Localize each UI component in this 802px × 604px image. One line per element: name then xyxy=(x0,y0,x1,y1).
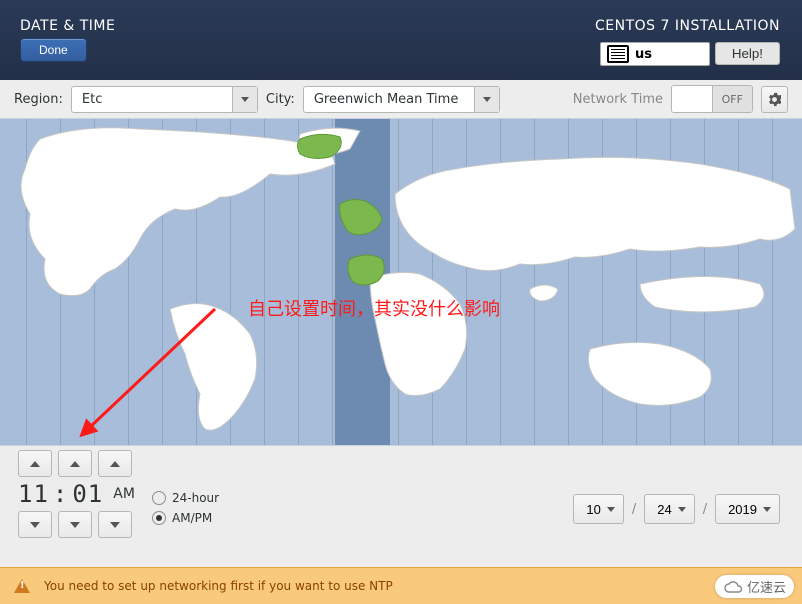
year-combo[interactable]: 2019 xyxy=(715,494,780,524)
chevron-down-icon xyxy=(232,87,257,112)
region-value: Etc xyxy=(72,87,232,112)
ntp-settings-button[interactable] xyxy=(761,86,788,113)
minutes-value: 01 xyxy=(72,480,103,508)
page-title: DATE & TIME xyxy=(20,18,115,34)
switch-knob xyxy=(672,86,713,112)
timezone-map[interactable]: 自己设置时间，其实没什么影响 xyxy=(0,118,802,446)
region-combo[interactable]: Etc xyxy=(71,86,258,113)
chevron-down-icon xyxy=(70,522,80,528)
done-button[interactable]: Done xyxy=(20,38,87,62)
time-format-radios: 24-hour AM/PM xyxy=(152,488,219,528)
chevron-up-icon xyxy=(30,461,40,467)
radio-icon xyxy=(152,491,166,505)
minutes-up-button[interactable] xyxy=(58,450,92,477)
selected-region-highlight xyxy=(0,119,802,445)
day-value: 10 xyxy=(586,502,600,517)
keyboard-layout-label: us xyxy=(635,47,652,62)
ampm-up-button[interactable] xyxy=(98,450,132,477)
radio-icon-checked xyxy=(152,511,166,525)
region-label: Region: xyxy=(14,92,63,107)
installer-title: CENTOS 7 INSTALLATION xyxy=(595,18,780,34)
time-colon: : xyxy=(53,480,68,508)
radio-ampm[interactable]: AM/PM xyxy=(152,508,219,528)
chevron-down-icon xyxy=(607,507,615,512)
date-separator: / xyxy=(632,502,636,517)
header-bar: DATE & TIME CENTOS 7 INSTALLATION Done u… xyxy=(0,0,802,80)
bottom-panel: 11 : 01 AM 24-hour AM/PM 10 xyxy=(0,450,802,568)
hours-down-button[interactable] xyxy=(18,511,52,538)
radio-24hour-label: 24-hour xyxy=(172,491,219,505)
chevron-down-icon xyxy=(30,522,40,528)
chevron-up-icon xyxy=(110,461,120,467)
chevron-down-icon xyxy=(474,87,499,112)
date-separator: / xyxy=(703,502,707,517)
city-combo[interactable]: Greenwich Mean Time xyxy=(303,86,500,113)
chevron-up-icon xyxy=(70,461,80,467)
warning-icon xyxy=(14,579,30,593)
warning-bar: You need to set up networking first if y… xyxy=(0,567,802,604)
hours-up-button[interactable] xyxy=(18,450,52,477)
keyboard-indicator[interactable]: us xyxy=(600,42,710,66)
network-time-switch[interactable]: OFF xyxy=(671,85,753,113)
watermark-text: 亿速云 xyxy=(747,577,786,596)
switch-off-label: OFF xyxy=(713,86,753,112)
radio-24hour[interactable]: 24-hour xyxy=(152,488,219,508)
city-value: Greenwich Mean Time xyxy=(304,87,474,112)
chevron-down-icon xyxy=(110,522,120,528)
annotation-text: 自己设置时间，其实没什么影响 xyxy=(248,295,500,321)
radio-ampm-label: AM/PM xyxy=(172,511,212,525)
minutes-down-button[interactable] xyxy=(58,511,92,538)
day-combo[interactable]: 10 xyxy=(573,494,623,524)
date-time-spoke: DATE & TIME CENTOS 7 INSTALLATION Done u… xyxy=(0,0,802,604)
chevron-down-icon xyxy=(678,507,686,512)
cloud-icon xyxy=(723,580,743,594)
city-label: City: xyxy=(266,92,295,107)
month-value: 24 xyxy=(657,502,671,517)
keyboard-icon xyxy=(607,45,629,63)
gear-icon xyxy=(768,92,781,107)
network-time-label: Network Time xyxy=(573,92,663,107)
date-controls: 10 / 24 / 2019 xyxy=(573,494,780,524)
toolbar: Region: Etc City: Greenwich Mean Time Ne… xyxy=(0,80,802,118)
chevron-down-icon xyxy=(763,507,771,512)
ampm-value: AM xyxy=(113,486,135,502)
year-value: 2019 xyxy=(728,502,757,517)
ampm-down-button[interactable] xyxy=(98,511,132,538)
watermark: 亿速云 xyxy=(715,575,794,598)
warning-text: You need to set up networking first if y… xyxy=(44,579,393,593)
hours-value: 11 xyxy=(18,480,49,508)
help-button[interactable]: Help! xyxy=(715,42,780,65)
month-combo[interactable]: 24 xyxy=(644,494,694,524)
time-controls: 11 : 01 AM xyxy=(18,450,135,538)
